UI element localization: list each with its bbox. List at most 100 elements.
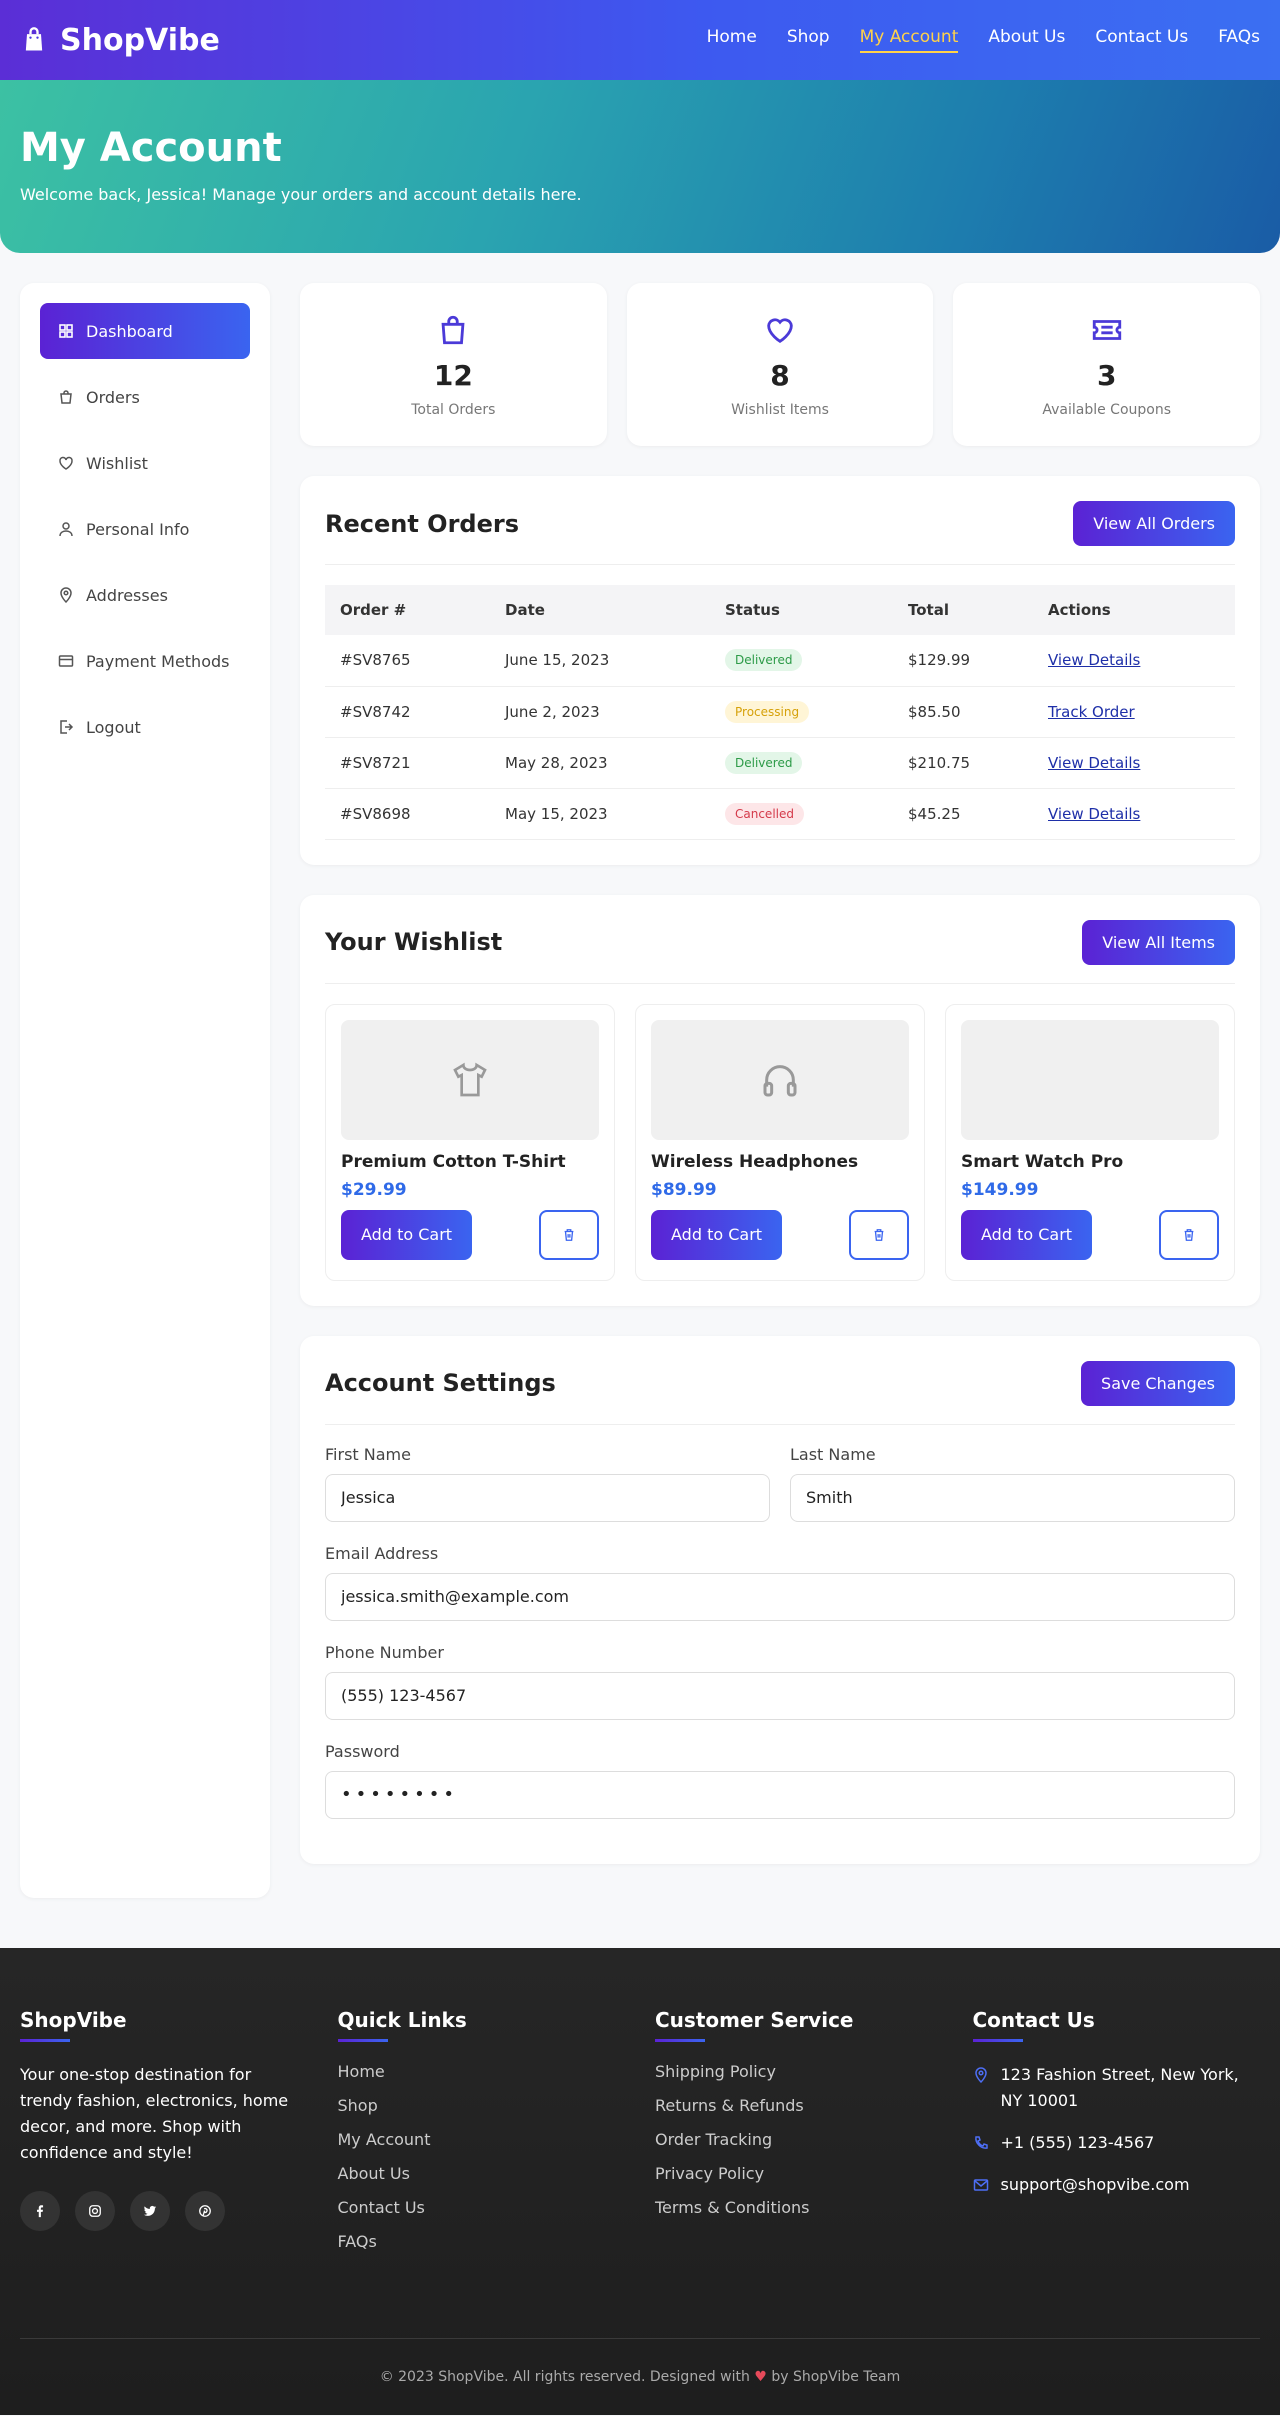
email-field[interactable] xyxy=(325,1572,1235,1621)
sidebar-item-logout[interactable]: Logout xyxy=(40,699,250,755)
save-changes-button[interactable]: Save Changes xyxy=(1081,1360,1235,1406)
first-name-group: First Name xyxy=(325,1445,770,1522)
footer-link[interactable]: Home xyxy=(338,2062,626,2081)
product-name: Smart Watch Pro xyxy=(961,1151,1124,1172)
panel-header: Your Wishlist View All Items xyxy=(325,919,1235,984)
card-actions: Add to Cart xyxy=(651,1209,909,1260)
password-field[interactable] xyxy=(325,1770,1235,1819)
nav-home[interactable]: Home xyxy=(707,27,757,53)
product-image[interactable] xyxy=(961,1019,1219,1140)
footer-link[interactable]: Terms & Conditions xyxy=(655,2198,943,2217)
first-name-field[interactable] xyxy=(325,1473,770,1522)
footer-heading: Quick Links xyxy=(337,2008,626,2042)
bag-icon xyxy=(441,315,465,345)
pinterest-icon[interactable] xyxy=(185,2191,225,2231)
add-to-cart-button[interactable]: Add to Cart xyxy=(961,1209,1093,1260)
sidebar-item-payment-methods[interactable]: Payment Methods xyxy=(40,633,250,689)
table-row: #SV8721 May 28, 2023 Delivered $210.75 V… xyxy=(325,737,1235,789)
footer-customer-service: Customer Service Shipping Policy Returns… xyxy=(655,2008,943,2328)
page-title: My Account xyxy=(20,125,282,171)
field-label: Phone Number xyxy=(325,1642,444,1662)
sidebar-item-personal-info[interactable]: Personal Info xyxy=(40,501,250,557)
field-label: Email Address xyxy=(325,1543,439,1563)
order-total: $210.75 xyxy=(893,737,1033,789)
table-row: #SV8765 June 15, 2023 Delivered $129.99 … xyxy=(325,635,1235,687)
logout-icon xyxy=(60,720,74,734)
product-image[interactable] xyxy=(341,1019,599,1140)
contact-email: support@shopvibe.com xyxy=(973,2172,1261,2198)
add-to-cart-button[interactable]: Add to Cart xyxy=(341,1209,473,1260)
dashboard-icon xyxy=(59,324,73,338)
section-title: Recent Orders xyxy=(325,509,519,538)
status-badge: Processing xyxy=(725,700,810,723)
view-details-link[interactable]: View Details xyxy=(1048,754,1140,772)
remove-button[interactable] xyxy=(849,1209,909,1260)
remove-button[interactable] xyxy=(1159,1209,1219,1260)
footer-description: Your one-stop destination for trendy fas… xyxy=(20,2065,289,2162)
footer-link[interactable]: My Account xyxy=(338,2130,626,2149)
footer-link[interactable]: About Us xyxy=(338,2164,626,2183)
view-details-link[interactable]: View Details xyxy=(1048,651,1140,669)
nav-contact-us[interactable]: Contact Us xyxy=(1095,27,1188,53)
remove-button[interactable] xyxy=(539,1209,599,1260)
footer-link[interactable]: Returns & Refunds xyxy=(655,2096,943,2115)
nav-about-us[interactable]: About Us xyxy=(988,27,1065,53)
tshirt-icon xyxy=(453,1062,487,1096)
add-to-cart-button[interactable]: Add to Cart xyxy=(651,1209,783,1260)
nav-my-account[interactable]: My Account xyxy=(859,27,959,53)
brand-logo[interactable]: ShopVibe xyxy=(20,23,220,58)
sidebar-item-orders[interactable]: Orders xyxy=(40,369,250,425)
field-label: First Name xyxy=(325,1444,411,1464)
footer-link[interactable]: Shipping Policy xyxy=(655,2062,943,2081)
product-price: $149.99 xyxy=(961,1179,1039,1200)
footer-link[interactable]: FAQs xyxy=(338,2232,626,2251)
phone-field[interactable] xyxy=(325,1671,1235,1720)
order-total: $129.99 xyxy=(893,635,1033,687)
order-date: June 2, 2023 xyxy=(490,686,710,738)
panel-header: Account Settings Save Changes xyxy=(325,1360,1235,1425)
wishlist-grid: Premium Cotton T-Shirt $29.99 Add to Car… xyxy=(325,1003,1235,1281)
site-footer: ShopVibe Your one-stop destination for t… xyxy=(0,1948,1280,2415)
stat-value: 8 xyxy=(770,359,790,392)
track-order-link[interactable]: Track Order xyxy=(1048,703,1135,721)
footer-link[interactable]: Contact Us xyxy=(338,2198,626,2217)
phone-group: Phone Number xyxy=(325,1643,1235,1720)
footer-link[interactable]: Shop xyxy=(338,2096,626,2115)
view-details-link[interactable]: View Details xyxy=(1048,805,1140,823)
view-all-items-button[interactable]: View All Items xyxy=(1082,919,1235,965)
field-label: Last Name xyxy=(790,1444,876,1464)
footer-link[interactable]: Privacy Policy xyxy=(655,2164,943,2183)
sidebar-item-label: Addresses xyxy=(86,585,168,605)
order-id: #SV8698 xyxy=(325,788,490,840)
panel-header: Recent Orders View All Orders xyxy=(325,501,1235,565)
product-image[interactable] xyxy=(651,1019,909,1140)
section-title: Account Settings xyxy=(325,1369,556,1397)
table-row: #SV8742 June 2, 2023 Processing $85.50 T… xyxy=(325,686,1235,738)
instagram-icon[interactable] xyxy=(75,2191,115,2231)
sidebar-item-label: Wishlist xyxy=(86,453,148,473)
sidebar-item-addresses[interactable]: Addresses xyxy=(40,567,250,623)
facebook-icon[interactable] xyxy=(20,2191,60,2231)
heart-icon: ♥ xyxy=(754,2369,767,2385)
wishlist-panel: Your Wishlist View All Items Premium Cot… xyxy=(300,894,1260,1306)
view-all-orders-button[interactable]: View All Orders xyxy=(1073,501,1235,546)
footer-heading: ShopVibe xyxy=(20,2008,308,2042)
nav-shop[interactable]: Shop xyxy=(787,27,830,53)
trash-icon xyxy=(564,1228,574,1241)
account-layout: Dashboard Orders Wishlist Personal Info … xyxy=(0,253,1280,1948)
phone-icon xyxy=(974,2136,988,2149)
nav-faqs[interactable]: FAQs xyxy=(1218,27,1260,53)
location-pin-icon xyxy=(974,2067,987,2083)
column-header: Date xyxy=(505,601,545,619)
sidebar-item-wishlist[interactable]: Wishlist xyxy=(40,435,250,491)
twitter-icon[interactable] xyxy=(130,2191,170,2231)
order-id: #SV8742 xyxy=(325,686,490,738)
last-name-field[interactable] xyxy=(790,1473,1235,1522)
sidebar-item-dashboard[interactable]: Dashboard xyxy=(40,303,250,359)
footer-link[interactable]: Order Tracking xyxy=(655,2130,943,2149)
main-nav: Home Shop My Account About Us Contact Us… xyxy=(707,27,1260,53)
copyright-bar: © 2023 ShopVibe. All rights reserved. De… xyxy=(20,2338,1260,2385)
sidebar-item-label: Logout xyxy=(86,717,141,737)
stat-total-orders: 12 Total Orders xyxy=(300,283,607,446)
sidebar-item-label: Orders xyxy=(86,387,140,407)
